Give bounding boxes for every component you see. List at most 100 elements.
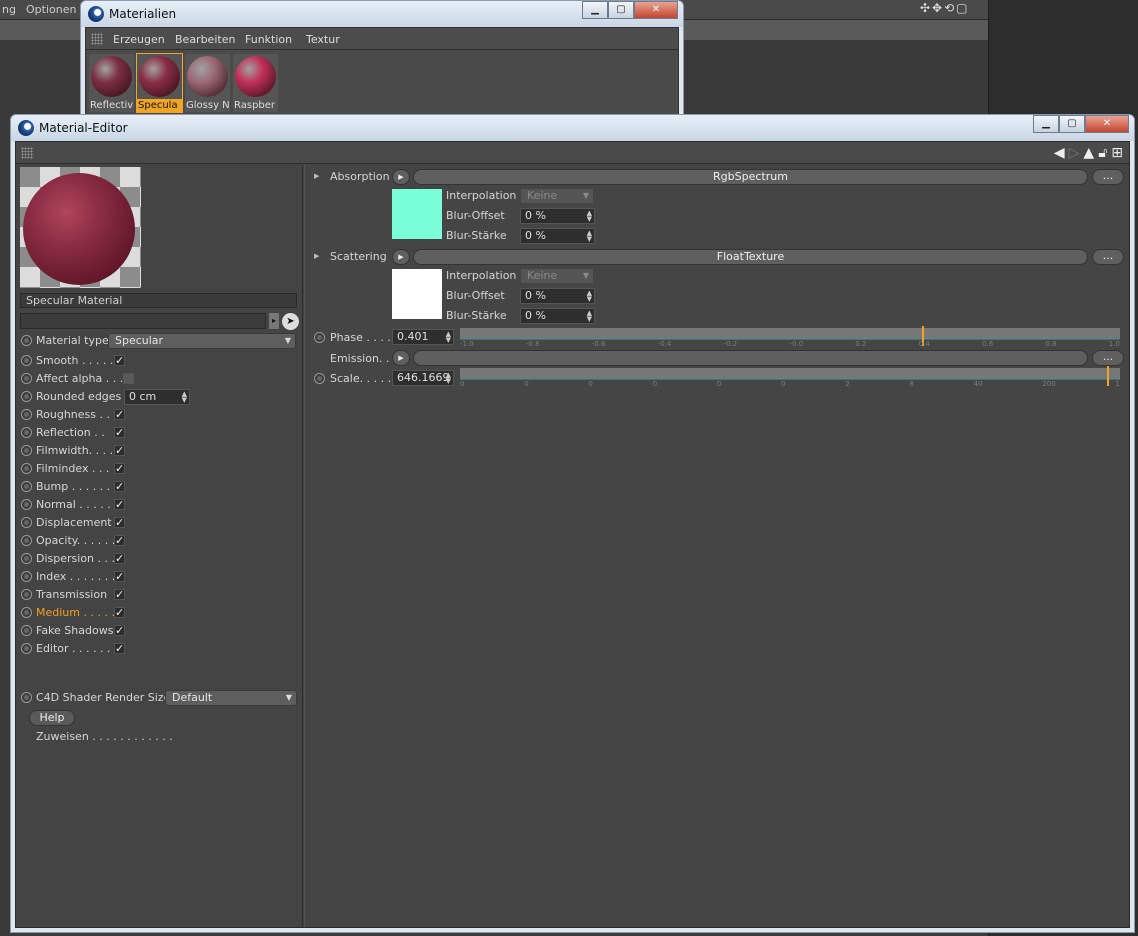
menu-textur[interactable]: Textur [306, 33, 340, 46]
animation-radio[interactable] [21, 445, 32, 456]
animation-radio[interactable] [21, 607, 32, 618]
animation-radio[interactable] [21, 589, 32, 600]
background-menu-item[interactable]: ng [2, 3, 16, 16]
absorption-color-preview[interactable] [392, 189, 442, 239]
material-type-dropdown[interactable]: Specular ▼ [108, 333, 296, 349]
expand-triangle-icon[interactable]: ▶ [314, 172, 319, 180]
checked-checkbox[interactable]: ✓ [114, 535, 125, 546]
material-swatch[interactable]: Glossy N [185, 54, 230, 112]
interpolation-dropdown[interactable]: Keine ▼ [520, 188, 594, 204]
scattering-color-preview[interactable] [392, 269, 442, 319]
blur-strength-field[interactable]: 0 % ▲ ▼ [520, 308, 595, 324]
material-swatch[interactable]: Raspber [233, 54, 278, 112]
minimize-button[interactable]: ▁ [1033, 115, 1059, 133]
material-swatch-selected[interactable]: Specula [136, 53, 183, 113]
animation-radio[interactable] [21, 517, 32, 528]
menu-funktion[interactable]: Funktion [245, 33, 292, 46]
close-button[interactable]: ✕ [634, 1, 678, 19]
up-arrow-icon[interactable]: ▲ [1083, 145, 1094, 161]
spinner-icon[interactable]: ▲ ▼ [446, 331, 451, 344]
pick-cursor-icon[interactable]: ➤ [282, 313, 299, 330]
minimize-button[interactable]: ▁ [582, 1, 608, 19]
material-preview[interactable] [20, 167, 141, 288]
animation-radio[interactable] [21, 625, 32, 636]
animation-radio[interactable] [21, 499, 32, 510]
phase-slider[interactable] [460, 326, 1120, 346]
checked-checkbox[interactable]: ✓ [114, 481, 125, 492]
close-button[interactable]: ✕ [1085, 115, 1129, 133]
checked-checkbox[interactable]: ✓ [114, 499, 125, 510]
expand-triangle-icon[interactable]: ▶ [314, 252, 319, 260]
checked-checkbox[interactable]: ✓ [114, 553, 125, 564]
checked-checkbox[interactable]: ✓ [114, 409, 125, 420]
scale-slider[interactable] [460, 366, 1120, 386]
interpolation-dropdown[interactable]: Keine ▼ [520, 268, 594, 284]
animation-radio[interactable] [21, 373, 32, 384]
background-nav-icons[interactable]: ✣✥⟲▢ [920, 1, 970, 15]
checked-checkbox[interactable]: ✓ [114, 427, 125, 438]
checked-checkbox[interactable]: ✓ [114, 463, 125, 474]
checked-checkbox[interactable]: ✓ [114, 607, 125, 618]
checked-checkbox[interactable]: ✓ [114, 625, 125, 636]
animation-radio[interactable] [21, 427, 32, 438]
help-button[interactable]: Help [29, 710, 75, 726]
absorption-more-button[interactable]: ... [1092, 169, 1124, 185]
materialien-titlebar[interactable]: Materialien ▁ ▢ ✕ [81, 1, 683, 27]
lock-icon[interactable]: 🔓︎ [1098, 145, 1107, 161]
back-arrow-icon[interactable]: ◀ [1054, 145, 1065, 161]
blur-offset-field[interactable]: 0 % ▲ ▼ [520, 288, 595, 304]
animation-radio[interactable] [21, 335, 32, 346]
emission-shader-button[interactable] [413, 350, 1088, 366]
scale-field[interactable]: 646.1669 ▲ ▼ [392, 370, 454, 386]
scattering-shader-arrow-button[interactable]: ▶ [392, 249, 410, 265]
absorption-shader-button[interactable]: RgbSpectrum [413, 169, 1088, 185]
spinner-icon[interactable]: ▲ ▼ [182, 391, 187, 404]
spinner-icon[interactable]: ▲ ▼ [587, 290, 592, 303]
animation-radio[interactable] [21, 409, 32, 420]
checked-checkbox[interactable]: ✓ [114, 571, 125, 582]
material-editor-titlebar[interactable]: Material-Editor ▁ ▢ ✕ [11, 115, 1134, 141]
render-size-dropdown[interactable]: Default ▼ [165, 690, 297, 706]
animation-radio[interactable] [21, 481, 32, 492]
spinner-icon[interactable]: ▲ ▼ [587, 230, 592, 243]
material-name-field[interactable]: Specular Material [20, 293, 297, 308]
maximize-button[interactable]: ▢ [1059, 115, 1085, 133]
animation-radio[interactable] [21, 553, 32, 564]
unchecked-checkbox[interactable]: ✓ [123, 373, 134, 384]
forward-arrow-icon[interactable]: ▷ [1069, 145, 1080, 161]
spinner-icon[interactable]: ▲ ▼ [587, 310, 592, 323]
link-field[interactable] [20, 313, 266, 329]
animation-radio[interactable] [21, 535, 32, 546]
emission-more-button[interactable]: ... [1092, 350, 1124, 366]
maximize-button[interactable]: ▢ [608, 1, 634, 19]
emission-shader-arrow-button[interactable]: ▶ [392, 350, 410, 366]
checked-checkbox[interactable]: ✓ [114, 643, 125, 654]
channel-value-field[interactable]: 0 cm ▲ ▼ [124, 389, 190, 405]
new-window-icon[interactable]: ⊞ [1111, 145, 1123, 161]
animation-radio[interactable] [21, 463, 32, 474]
animation-radio[interactable] [314, 332, 325, 343]
spinner-icon[interactable]: ▲ ▼ [587, 210, 592, 223]
scattering-more-button[interactable]: ... [1092, 249, 1124, 265]
blur-offset-field[interactable]: 0 % ▲ ▼ [520, 208, 595, 224]
checked-checkbox[interactable]: ✓ [114, 589, 125, 600]
animation-radio[interactable] [21, 355, 32, 366]
checked-checkbox[interactable]: ✓ [114, 355, 125, 366]
animation-radio[interactable] [314, 373, 325, 384]
scattering-shader-button[interactable]: FloatTexture [413, 249, 1088, 265]
spinner-icon[interactable]: ▲ ▼ [446, 372, 451, 385]
grip-icon[interactable] [91, 33, 103, 45]
grip-icon[interactable] [21, 147, 33, 159]
background-menu-item[interactable]: Optionen [26, 3, 76, 16]
animation-radio[interactable] [21, 571, 32, 582]
absorption-shader-arrow-button[interactable]: ▶ [392, 169, 410, 185]
menu-bearbeiten[interactable]: Bearbeiten [175, 33, 235, 46]
phase-field[interactable]: 0.401 ▲ ▼ [392, 329, 454, 345]
animation-radio[interactable] [21, 391, 32, 402]
menu-erzeugen[interactable]: Erzeugen [113, 33, 165, 46]
animation-radio[interactable] [21, 692, 32, 703]
blur-strength-field[interactable]: 0 % ▲ ▼ [520, 228, 595, 244]
material-swatch[interactable]: Reflectiv [89, 54, 134, 112]
checked-checkbox[interactable]: ✓ [114, 445, 125, 456]
link-arrow-button[interactable]: ▸ [269, 313, 279, 329]
